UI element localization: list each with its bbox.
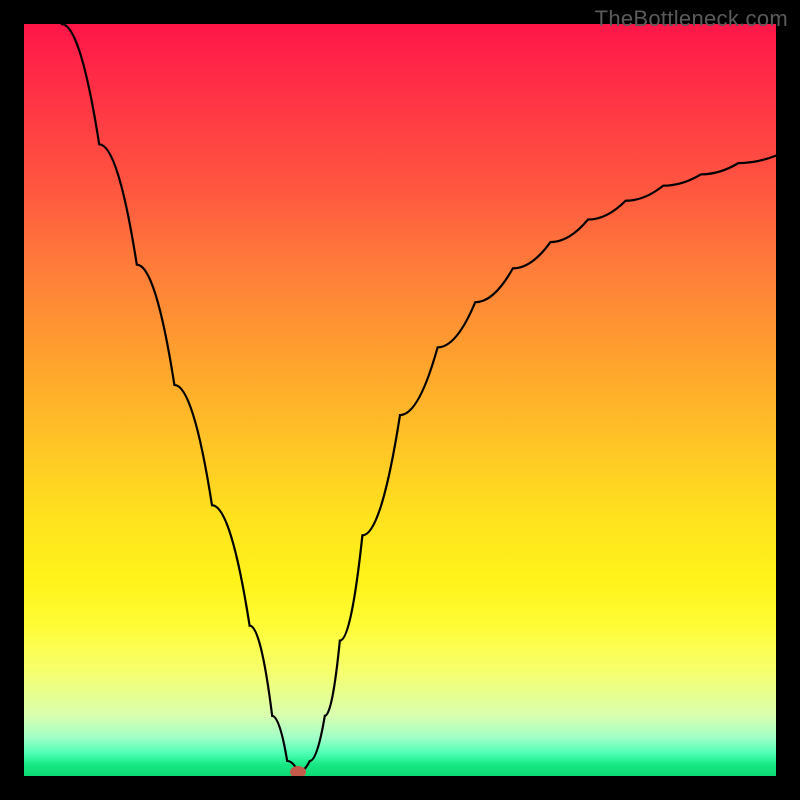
watermark-text: TheBottleneck.com bbox=[595, 6, 788, 32]
plot-area bbox=[24, 24, 776, 776]
curve-svg bbox=[24, 24, 776, 776]
bottleneck-curve bbox=[62, 24, 776, 772]
optimal-marker-icon bbox=[290, 766, 306, 776]
